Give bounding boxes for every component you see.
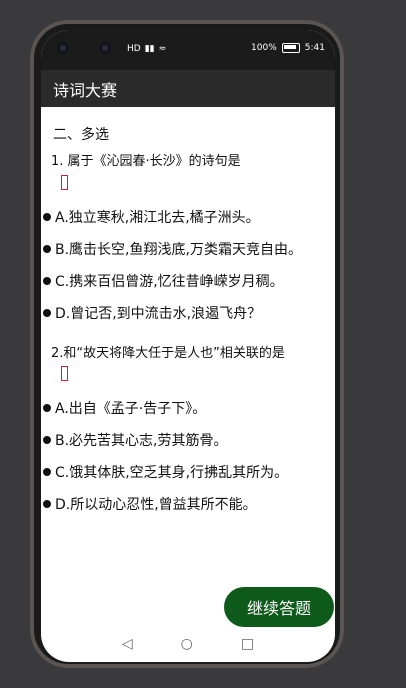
clock: 5:41 — [304, 43, 325, 53]
question-1-option-c[interactable]: C.携来百侣曾游,忆往昔峥嵘岁月稠。 — [43, 271, 284, 291]
signal-bars-icon: ▮▮ — [144, 44, 155, 54]
section-title: 二、多选 — [53, 127, 109, 143]
question-2-option-c[interactable]: C.饿其体肤,空乏其身,行拂乱其所为。 — [43, 462, 288, 482]
home-icon[interactable]: ○ — [181, 636, 193, 652]
question-2-text: 2.和“故天将降大任于是人也”相关联的是 — [51, 346, 285, 361]
bullet-icon — [43, 213, 51, 221]
back-icon[interactable]: ◁ — [122, 636, 133, 652]
screen: HD ▮▮ ≈ 100% 5:41 诗词大赛 二、多选 1. 属于《沁园春·长沙… — [41, 30, 335, 662]
question-1-option-d[interactable]: D.曾记否,到中流击水,浪遏飞舟？ — [43, 303, 261, 323]
bullet-icon — [43, 245, 51, 253]
app-title: 诗词大赛 — [53, 80, 118, 100]
question-1-text: 1. 属于《沁园春·长沙》的诗句是 — [51, 154, 241, 169]
bullet-icon — [43, 468, 51, 476]
question-2-option-a[interactable]: A.出自《孟子·告子下》。 — [43, 398, 206, 418]
app-bar: 诗词大赛 — [41, 70, 335, 107]
status-bar: HD ▮▮ ≈ 100% 5:41 — [41, 30, 335, 70]
question-2-option-b[interactable]: B.必先苦其心志,劳其筋骨。 — [43, 430, 228, 450]
system-nav-bar: ◁ ○ □ — [41, 626, 335, 662]
bullet-icon — [43, 309, 51, 317]
continue-answer-button[interactable]: 继续答题 — [224, 587, 334, 627]
bullet-icon — [43, 404, 51, 412]
front-sensor-icon — [99, 42, 111, 54]
battery-icon — [281, 43, 300, 53]
recent-apps-icon[interactable]: □ — [241, 636, 254, 652]
status-right: 100% 5:41 — [251, 43, 325, 53]
status-left: HD ▮▮ ≈ — [127, 44, 166, 54]
bullet-icon — [43, 500, 51, 508]
battery-percent: 100% — [251, 43, 277, 53]
question-1-option-a[interactable]: A.独立寒秋,湘江北去,橘子洲头。 — [43, 207, 260, 227]
question-1-answer-box[interactable] — [61, 175, 68, 190]
front-camera-icon — [57, 42, 69, 54]
wifi-icon: ≈ — [158, 44, 167, 54]
question-2-answer-box[interactable] — [61, 366, 68, 381]
bullet-icon — [43, 277, 51, 285]
bullet-icon — [43, 436, 51, 444]
question-1-option-b[interactable]: B.鹰击长空,鱼翔浅底,万类霜天竞自由。 — [43, 239, 302, 259]
hd-signal-icon: HD — [127, 44, 141, 54]
question-2-option-d[interactable]: D.所以动心忍性,曾益其所不能。 — [43, 494, 257, 514]
